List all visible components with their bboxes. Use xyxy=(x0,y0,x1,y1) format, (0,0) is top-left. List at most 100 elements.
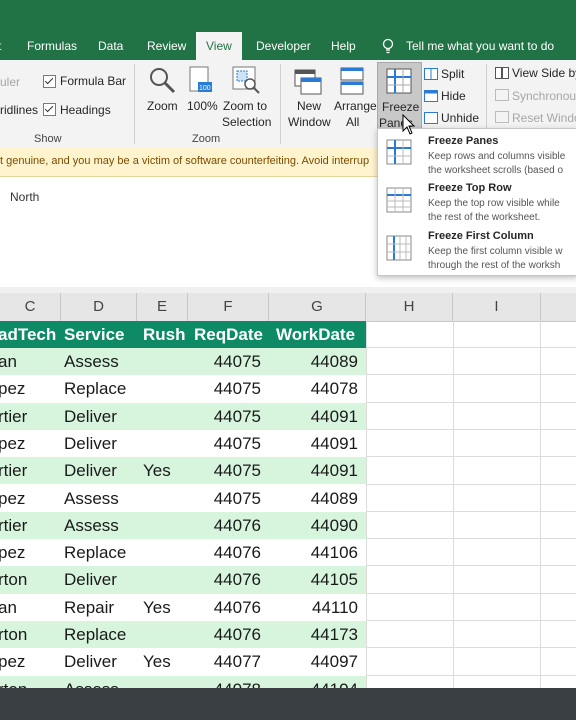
tab-help[interactable]: Help xyxy=(331,32,356,60)
headings-checkbox[interactable] xyxy=(43,103,56,116)
tab-view[interactable]: View xyxy=(196,32,242,60)
gridline xyxy=(366,347,576,348)
table-cell[interactable]: Yes xyxy=(143,594,171,621)
table-cell[interactable]: pez xyxy=(0,539,25,566)
table-cell[interactable]: rton xyxy=(0,621,27,648)
synchronous-scrolling-button[interactable]: Synchronous xyxy=(512,89,576,103)
table-cell[interactable]: Deliver xyxy=(64,430,117,457)
gridlines-label[interactable]: ridlines xyxy=(0,103,38,117)
column-header-d[interactable]: D xyxy=(61,293,137,321)
table-cell[interactable]: rtier xyxy=(0,457,27,484)
table-cell[interactable]: 44076 xyxy=(188,539,261,566)
table-cell[interactable]: 44090 xyxy=(269,512,358,539)
table-cell[interactable]: 44077 xyxy=(188,648,261,675)
table-cell[interactable]: Deliver xyxy=(64,648,117,675)
tab-data[interactable]: Data xyxy=(98,32,123,60)
table-cell[interactable]: Assess xyxy=(64,512,119,539)
table-cell[interactable]: 44075 xyxy=(188,348,261,375)
header-rush[interactable]: Rush xyxy=(143,321,186,348)
column-header-c[interactable]: C xyxy=(0,293,61,321)
table-cell[interactable]: Assess xyxy=(64,676,119,688)
tell-me-search[interactable]: Tell me what you want to do xyxy=(406,32,554,60)
tab-review[interactable]: Review xyxy=(147,32,186,60)
table-cell[interactable]: Deliver xyxy=(64,403,117,430)
worksheet-grid[interactable]: adTech Service Rush ReqDate WorkDate an A… xyxy=(0,321,576,688)
table-cell[interactable]: 44089 xyxy=(269,485,358,512)
reset-window-position-button[interactable]: Reset Window xyxy=(512,111,576,125)
arrange-all-line2[interactable]: All xyxy=(346,115,359,129)
column-header-h[interactable]: H xyxy=(366,293,453,321)
table-cell[interactable]: 44173 xyxy=(269,621,358,648)
table-cell[interactable]: 44089 xyxy=(269,348,358,375)
column-header-f[interactable]: F xyxy=(188,293,269,321)
split-button[interactable]: Split xyxy=(441,67,464,81)
header-reqdate[interactable]: ReqDate xyxy=(194,321,263,348)
table-cell[interactable]: Deliver xyxy=(64,566,117,593)
arrange-all-line1[interactable]: Arrange xyxy=(334,99,377,113)
column-header-i[interactable]: I xyxy=(453,293,541,321)
table-cell[interactable]: 44110 xyxy=(269,594,358,621)
table-cell[interactable]: Assess xyxy=(64,348,119,375)
header-workdate[interactable]: WorkDate xyxy=(276,321,355,348)
table-cell[interactable]: an xyxy=(0,594,17,621)
menu-item-freeze-first-column[interactable]: Freeze First Column Keep the first colum… xyxy=(378,227,576,273)
table-cell[interactable]: 44078 xyxy=(188,676,261,688)
table-cell[interactable]: Deliver xyxy=(64,457,117,484)
table-cell[interactable]: pez xyxy=(0,485,25,512)
table-cell[interactable]: rtier xyxy=(0,403,27,430)
table-cell[interactable]: 44097 xyxy=(269,648,358,675)
table-cell[interactable]: Repair xyxy=(64,594,114,621)
table-cell[interactable]: pez xyxy=(0,648,25,675)
table-cell[interactable]: 44091 xyxy=(269,403,358,430)
table-cell[interactable]: 44078 xyxy=(269,375,358,402)
new-window-line1[interactable]: New xyxy=(297,99,321,113)
table-cell[interactable]: 44106 xyxy=(269,539,358,566)
view-side-by-side-button[interactable]: View Side by xyxy=(512,66,576,80)
header-leadtech[interactable]: adTech xyxy=(0,321,56,348)
tab-developer[interactable]: Developer xyxy=(256,32,311,60)
table-cell[interactable]: 44091 xyxy=(269,430,358,457)
table-cell[interactable]: 44076 xyxy=(188,594,261,621)
table-cell[interactable]: 44104 xyxy=(269,676,358,688)
table-cell[interactable]: pez xyxy=(0,375,25,402)
table-cell[interactable]: Assess xyxy=(64,485,119,512)
header-service[interactable]: Service xyxy=(64,321,125,348)
zoom-to-selection-line2[interactable]: Selection xyxy=(222,115,271,129)
hide-button[interactable]: Hide xyxy=(441,89,466,103)
table-cell[interactable]: 44075 xyxy=(188,430,261,457)
table-cell[interactable]: 44076 xyxy=(188,566,261,593)
ruler-checkbox-label[interactable]: uler xyxy=(0,75,20,89)
column-header-e[interactable]: E xyxy=(137,293,188,321)
ribbon-tab-bar: t Formulas Data Review View Developer He… xyxy=(0,0,576,60)
formula-bar-value[interactable]: North xyxy=(10,190,39,204)
unhide-button[interactable]: Unhide xyxy=(441,111,479,125)
table-cell[interactable]: Replace xyxy=(64,621,126,648)
zoom-button[interactable]: Zoom xyxy=(147,99,178,113)
table-cell[interactable]: Replace xyxy=(64,539,126,566)
table-cell[interactable]: an xyxy=(0,348,17,375)
zoom-100-button[interactable]: 100% xyxy=(187,99,218,113)
formula-bar-checkbox[interactable] xyxy=(43,75,56,88)
menu-item-freeze-top-row[interactable]: Freeze Top Row Keep the top row visible … xyxy=(378,179,576,225)
table-cell[interactable]: Replace xyxy=(64,375,126,402)
table-cell[interactable]: 44105 xyxy=(269,566,358,593)
table-cell[interactable]: 44091 xyxy=(269,457,358,484)
zoom-to-selection-line1[interactable]: Zoom to xyxy=(223,99,267,113)
table-cell[interactable]: 44076 xyxy=(188,621,261,648)
table-cell[interactable]: pez xyxy=(0,430,25,457)
menu-item-freeze-panes[interactable]: Freeze Panes Keep rows and columns visib… xyxy=(378,131,576,177)
table-cell[interactable]: 44075 xyxy=(188,457,261,484)
tab-formulas[interactable]: Formulas xyxy=(27,32,77,60)
table-cell[interactable]: rton xyxy=(0,676,27,688)
table-cell[interactable]: 44075 xyxy=(188,485,261,512)
new-window-line2[interactable]: Window xyxy=(288,115,331,129)
table-cell[interactable]: Yes xyxy=(143,457,171,484)
table-cell[interactable]: Yes xyxy=(143,648,171,675)
table-cell[interactable]: rtier xyxy=(0,512,27,539)
table-cell[interactable]: 44076 xyxy=(188,512,261,539)
column-header-g[interactable]: G xyxy=(269,293,366,321)
table-cell[interactable]: 44075 xyxy=(188,403,261,430)
tab-partial[interactable]: t xyxy=(0,32,1,60)
table-cell[interactable]: 44075 xyxy=(188,375,261,402)
table-cell[interactable]: rton xyxy=(0,566,27,593)
